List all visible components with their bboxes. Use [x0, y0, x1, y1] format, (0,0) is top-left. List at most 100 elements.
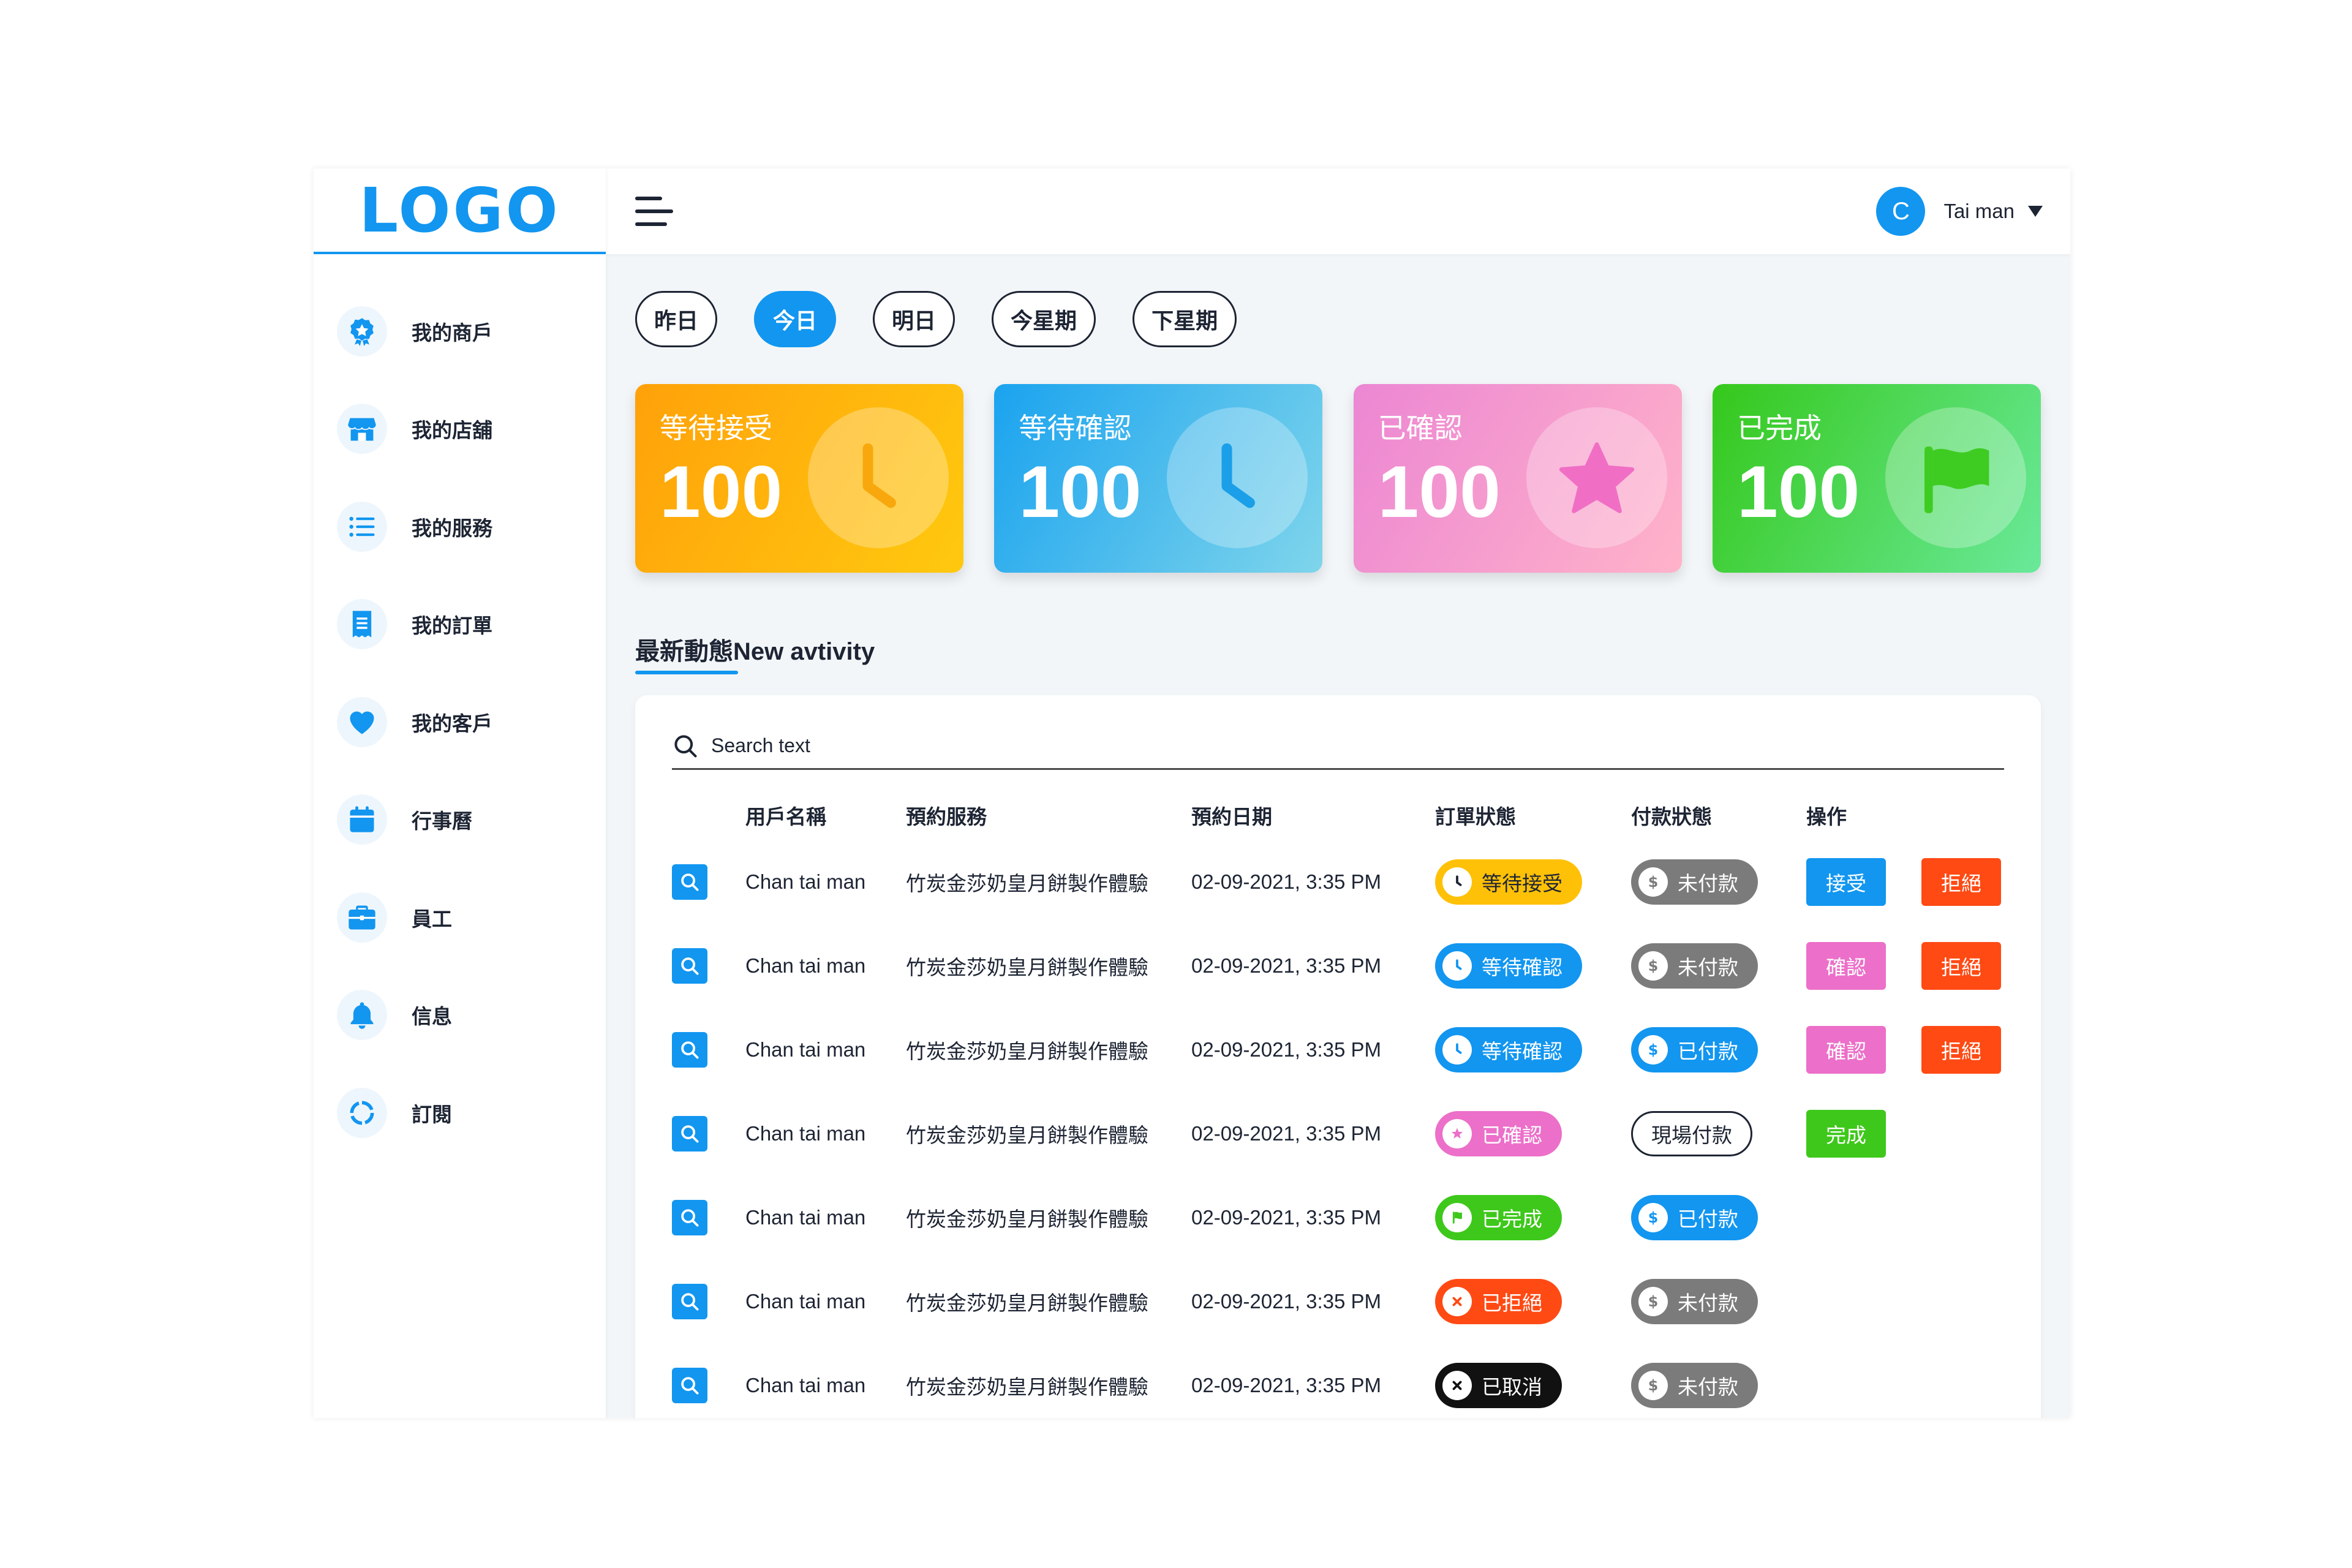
payment-status-badge: $ 未付款	[1631, 943, 1758, 989]
view-details-button[interactable]	[672, 1115, 707, 1152]
dollar-icon: $	[1638, 1370, 1668, 1400]
view-details-button[interactable]	[672, 864, 707, 900]
search-icon	[681, 1208, 699, 1227]
order-status-label: 已完成	[1482, 1207, 1542, 1231]
user-menu[interactable]: C Tai man	[1876, 187, 2043, 236]
search-icon	[681, 1292, 699, 1311]
accept-button[interactable]: 接受	[1806, 858, 1886, 906]
payment-status-label: 已付款	[1678, 1039, 1738, 1063]
stat-card-confirmed[interactable]: 已確認 100	[1353, 384, 1682, 573]
view-details-button[interactable]	[672, 948, 707, 984]
sidebar-item-label: 員工	[412, 907, 452, 930]
confirm-button[interactable]: 確認	[1806, 1025, 1886, 1074]
order-status-label: 已確認	[1482, 1123, 1542, 1147]
sidebar-item-merchants[interactable]: 我的商戶	[314, 282, 606, 380]
clock-icon	[1167, 407, 1308, 548]
sidebar-item-subscription[interactable]: 訂閱	[314, 1064, 606, 1162]
cell-service: 竹炭金莎奶皇月餅製作體驗	[906, 956, 1148, 979]
sidebar-item-stores[interactable]: 我的店舖	[314, 380, 606, 478]
svg-text:$: $	[1648, 1292, 1659, 1310]
period-today[interactable]: 今日	[754, 291, 837, 347]
sidebar-item-label: 我的服務	[412, 516, 492, 540]
table-row: Chan tai man 竹炭金莎奶皇月餅製作體驗 02-09-2021, 3:…	[672, 1343, 2004, 1418]
view-details-button[interactable]	[672, 1367, 707, 1403]
reject-button[interactable]: 拒絕	[1921, 941, 2001, 990]
confirm-button[interactable]: 確認	[1806, 941, 1886, 990]
reject-button[interactable]: 拒絕	[1921, 858, 2001, 906]
menu-line	[635, 222, 667, 226]
view-details-button[interactable]	[672, 1199, 707, 1235]
sidebar-item-customers[interactable]: 我的客戶	[314, 673, 606, 771]
refresh-icon	[337, 1087, 387, 1138]
cell-user: Chan tai man	[745, 1373, 866, 1396]
dollar-icon: $	[1638, 1202, 1668, 1232]
period-next-week[interactable]: 下星期	[1133, 291, 1237, 347]
column-header-actions: 操作	[1806, 805, 1847, 828]
dollar-icon: $	[1638, 1035, 1668, 1065]
star-icon	[1442, 1118, 1472, 1148]
period-tomorrow[interactable]: 明日	[873, 291, 956, 347]
cell-user: Chan tai man	[745, 870, 866, 893]
activity-panel: 用戶名稱 預約服務 預約日期 訂單狀態 付款狀態 操作 Chan tai man	[635, 695, 2041, 1418]
complete-button[interactable]: 完成	[1806, 1109, 1886, 1158]
table-row: Chan tai man 竹炭金莎奶皇月餅製作體驗 02-09-2021, 3:…	[672, 840, 2004, 924]
heart-icon	[337, 696, 387, 747]
close-circle-icon	[1442, 1286, 1472, 1316]
sidebar-item-orders[interactable]: 我的訂單	[314, 576, 606, 674]
logo: LOGO	[359, 174, 560, 246]
sidebar-item-label: 行事曆	[412, 810, 472, 833]
order-status-label: 已拒絕	[1482, 1291, 1542, 1314]
cell-date: 02-09-2021, 3:35 PM	[1191, 1038, 1382, 1061]
sidebar-item-label: 我的店舖	[412, 419, 492, 442]
stat-card-awaiting-accept[interactable]: 等待接受 100	[635, 384, 963, 573]
svg-text:$: $	[1648, 873, 1659, 890]
order-status-badge: 已取消	[1435, 1362, 1562, 1408]
user-name: Tai man	[1943, 200, 2015, 222]
cell-service: 竹炭金莎奶皇月餅製作體驗	[906, 1207, 1148, 1231]
period-yesterday[interactable]: 昨日	[635, 291, 718, 347]
svg-text:$: $	[1648, 957, 1659, 974]
reject-button[interactable]: 拒絕	[1921, 1025, 2001, 1074]
caret-down-icon	[2028, 206, 2043, 217]
cell-date: 02-09-2021, 3:35 PM	[1191, 1205, 1382, 1229]
flag-icon	[1442, 1202, 1472, 1232]
search-input[interactable]	[711, 734, 1910, 757]
sidebar-item-staff[interactable]: 員工	[314, 869, 606, 967]
table-row: Chan tai man 竹炭金莎奶皇月餅製作體驗 02-09-2021, 3:…	[672, 924, 2004, 1008]
payment-status-label: 現場付款	[1651, 1123, 1732, 1147]
column-header-date: 預約日期	[1191, 805, 1272, 828]
stat-card-completed[interactable]: 已完成 100	[1712, 384, 2041, 573]
sidebar-item-messages[interactable]: 信息	[314, 967, 606, 1065]
period-filter: 昨日 今日 明日 今星期 下星期	[635, 291, 2041, 347]
sidebar-item-label: 我的商戶	[412, 321, 492, 344]
sidebar-item-calendar[interactable]: 行事曆	[314, 771, 606, 869]
payment-status-badge: $ 已付款	[1631, 1194, 1758, 1240]
search-icon	[681, 873, 699, 891]
list-icon	[337, 501, 387, 552]
clock-icon	[1442, 1035, 1472, 1065]
stat-card-awaiting-confirm[interactable]: 等待確認 100	[994, 384, 1323, 573]
svg-text:$: $	[1648, 1376, 1659, 1393]
close-circle-icon	[1442, 1370, 1472, 1400]
sidebar-item-label: 訂閱	[412, 1102, 452, 1126]
order-status-badge: 等待確認	[1435, 1027, 1582, 1072]
period-this-week[interactable]: 今星期	[992, 291, 1096, 347]
menu-toggle-icon[interactable]	[635, 197, 674, 226]
view-details-button[interactable]	[672, 1031, 707, 1068]
table-row: Chan tai man 竹炭金莎奶皇月餅製作體驗 02-09-2021, 3:…	[672, 1175, 2004, 1259]
view-details-button[interactable]	[672, 1283, 707, 1319]
cell-user: Chan tai man	[745, 954, 866, 977]
app-window: LOGO 我的商戶 我的店舖 我的服務 我的訂單 我的客戶 行事曆 員工 信息 …	[314, 168, 2070, 1418]
clock-icon	[1442, 951, 1472, 981]
clock-icon	[808, 407, 949, 548]
column-header-view	[672, 791, 745, 840]
receipt-icon	[337, 599, 387, 650]
column-header-order-status: 訂單狀態	[1435, 805, 1516, 828]
sidebar-item-services[interactable]: 我的服務	[314, 478, 606, 576]
table-row: Chan tai man 竹炭金莎奶皇月餅製作體驗 02-09-2021, 3:…	[672, 1259, 2004, 1343]
search-icon	[674, 734, 697, 758]
payment-status-label: 已付款	[1678, 1207, 1738, 1231]
sidebar: LOGO 我的商戶 我的店舖 我的服務 我的訂單 我的客戶 行事曆 員工 信息 …	[314, 168, 606, 1418]
order-status-label: 等待確認	[1482, 1039, 1562, 1063]
order-status-badge: 已完成	[1435, 1194, 1562, 1240]
